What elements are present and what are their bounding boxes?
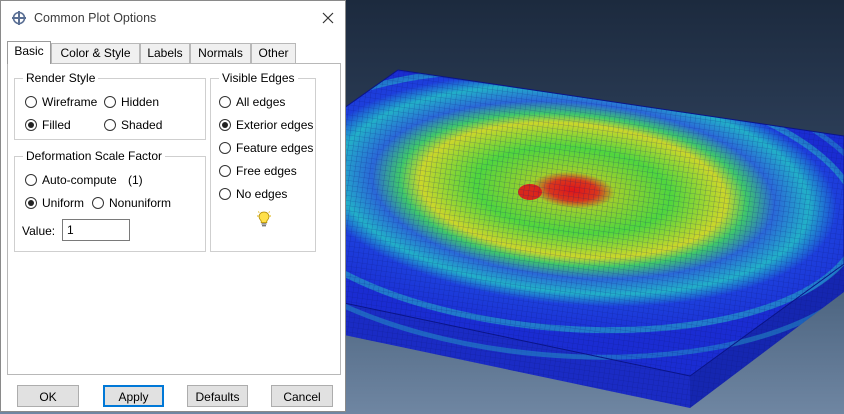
scale-value-input[interactable] bbox=[62, 219, 130, 241]
radio-label: Nonuniform bbox=[109, 196, 172, 210]
radio-label: Auto-compute bbox=[42, 173, 117, 187]
defaults-button[interactable]: Defaults bbox=[187, 385, 248, 407]
deformation-scale-title: Deformation Scale Factor bbox=[23, 149, 166, 163]
radio-indicator bbox=[219, 165, 231, 177]
tab-labels[interactable]: Labels bbox=[140, 43, 190, 63]
tab-other[interactable]: Other bbox=[251, 43, 296, 63]
radio-indicator bbox=[219, 142, 231, 154]
ok-button[interactable]: OK bbox=[17, 385, 79, 407]
radio-indicator bbox=[219, 188, 231, 200]
radio-indicator bbox=[25, 96, 37, 108]
auto-compute-value: (1) bbox=[128, 173, 143, 187]
app-icon bbox=[12, 11, 26, 25]
title-bar[interactable]: Common Plot Options bbox=[1, 1, 345, 35]
radio-label: No edges bbox=[236, 187, 288, 201]
lightbulb-icon[interactable] bbox=[256, 210, 272, 228]
radio-indicator bbox=[92, 197, 104, 209]
radio-label: Uniform bbox=[42, 196, 85, 210]
radio-indicator bbox=[25, 197, 37, 209]
render-style-title: Render Style bbox=[23, 71, 99, 85]
common-plot-options-dialog: Common Plot Options Basic Color & Style … bbox=[0, 0, 346, 412]
tab-panel-basic: Render Style Wireframe Hidden Filled Sha… bbox=[7, 63, 341, 375]
radio-label: Free edges bbox=[236, 164, 297, 178]
tab-basic[interactable]: Basic bbox=[7, 41, 51, 64]
radio-indicator bbox=[219, 96, 231, 108]
radio-label: Wireframe bbox=[42, 95, 98, 109]
radio-indicator bbox=[104, 96, 116, 108]
value-label: Value: bbox=[22, 224, 56, 238]
radio-label: Exterior edges bbox=[236, 118, 314, 132]
radio-label: Feature edges bbox=[236, 141, 314, 155]
radio-indicator bbox=[25, 119, 37, 131]
radio-label: All edges bbox=[236, 95, 286, 109]
radio-label: Shaded bbox=[121, 118, 163, 132]
dialog-title: Common Plot Options bbox=[34, 11, 157, 25]
radio-indicator bbox=[104, 119, 116, 131]
close-icon[interactable] bbox=[317, 7, 339, 29]
tab-normals[interactable]: Normals bbox=[190, 43, 251, 63]
cancel-button[interactable]: Cancel bbox=[271, 385, 333, 407]
visible-edges-title: Visible Edges bbox=[219, 71, 298, 85]
tab-color-style[interactable]: Color & Style bbox=[51, 43, 140, 63]
radio-label: Hidden bbox=[121, 95, 160, 109]
radio-indicator bbox=[25, 174, 37, 186]
radio-label: Filled bbox=[42, 118, 71, 132]
visible-edges-group: Visible Edges All edges Exterior edges F… bbox=[210, 71, 316, 252]
apply-button[interactable]: Apply bbox=[103, 385, 164, 407]
radio-indicator bbox=[219, 119, 231, 131]
render-style-group: Render Style Wireframe Hidden Filled Sha… bbox=[14, 71, 206, 140]
